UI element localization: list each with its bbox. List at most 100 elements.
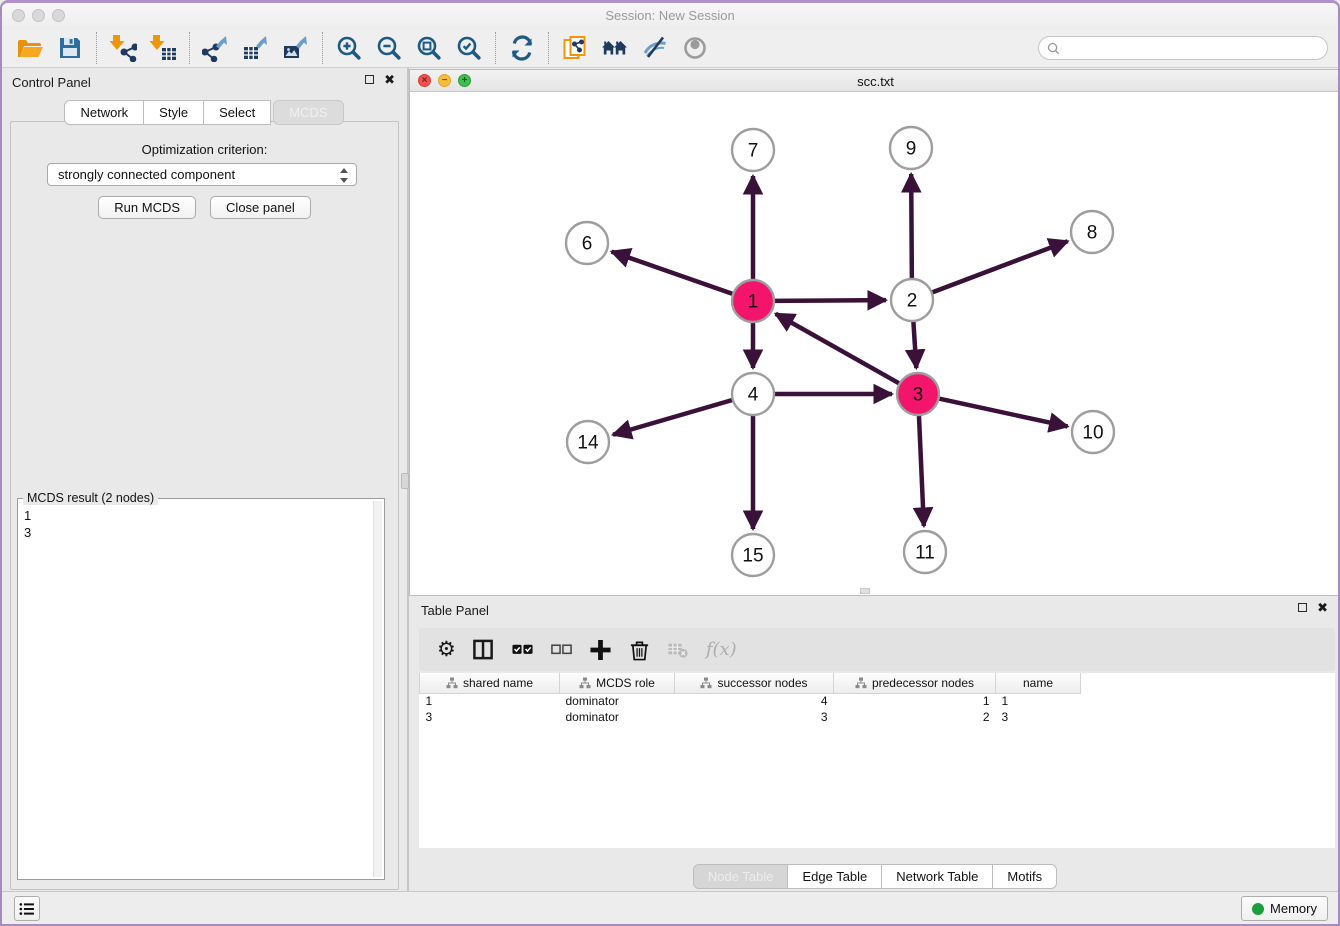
table-float-panel-icon[interactable]	[1298, 603, 1307, 612]
memory-button[interactable]: Memory	[1241, 896, 1328, 921]
column-type-icon	[855, 677, 867, 689]
select-all-icon[interactable]	[511, 637, 534, 663]
tab-style[interactable]: Style	[143, 100, 204, 125]
import-table-icon[interactable]	[143, 32, 183, 64]
mcds-result-title: MCDS result (2 nodes)	[23, 491, 158, 505]
show-all-icon[interactable]	[675, 32, 715, 64]
import-network-icon[interactable]	[103, 32, 143, 64]
tab-network[interactable]: Network	[64, 100, 144, 125]
table-cell[interactable]: 3	[675, 709, 834, 725]
deselect-all-icon[interactable]	[550, 637, 573, 663]
column-header-successor-nodes[interactable]: successor nodes	[675, 673, 834, 693]
graph-edge-1-2[interactable]	[775, 300, 886, 301]
table-row[interactable]: 1dominator411	[420, 693, 1081, 709]
table-panel-tabs: Node TableEdge TableNetwork TableMotifs	[409, 864, 1340, 889]
zoom-in-icon[interactable]	[329, 32, 369, 64]
graph-node-label-15: 15	[742, 546, 763, 567]
search-input[interactable]	[1064, 41, 1327, 55]
run-mcds-button[interactable]: Run MCDS	[98, 196, 196, 219]
search-field[interactable]	[1038, 36, 1328, 60]
graph-node-label-1: 1	[748, 292, 759, 313]
network-view-window: × − + scc.txt 7968124314101511	[409, 69, 1340, 596]
save-session-icon[interactable]	[50, 32, 90, 64]
table-cell[interactable]: 1	[420, 693, 560, 709]
task-history-button[interactable]	[14, 896, 40, 921]
hide-selected-icon[interactable]	[635, 32, 675, 64]
tab-network-table[interactable]: Network Table	[881, 864, 993, 889]
zoom-out-icon[interactable]	[369, 32, 409, 64]
graph-edge-2-3[interactable]	[913, 322, 916, 368]
zoom-selected-icon[interactable]	[449, 32, 489, 64]
graph-edge-1-6[interactable]	[612, 252, 733, 294]
table-panel: Table Panel ✖ ⚙ f(x) shared nameMCDS role…	[409, 596, 1340, 896]
criterion-value: strongly connected component	[58, 167, 235, 182]
table-cell[interactable]: dominator	[560, 709, 675, 725]
graph-edge-3-1[interactable]	[776, 314, 899, 383]
list-icon	[17, 899, 37, 919]
graph-node-label-3: 3	[913, 385, 924, 406]
graph-node-label-7: 7	[748, 141, 759, 162]
table-row[interactable]: 3dominator323	[420, 709, 1081, 725]
open-file-icon[interactable]	[10, 32, 50, 64]
toolbar-separator	[548, 32, 549, 64]
export-network-icon[interactable]	[196, 32, 236, 64]
graph-node-label-2: 2	[907, 291, 918, 312]
export-table-icon[interactable]	[236, 32, 276, 64]
network-canvas[interactable]: 7968124314101511	[410, 92, 1340, 595]
close-panel-button[interactable]: Close panel	[210, 196, 311, 219]
table-cell[interactable]: 2	[834, 709, 996, 725]
status-bar: Memory	[2, 891, 1338, 924]
column-header-mcds-role[interactable]: MCDS role	[560, 673, 675, 693]
graph-node-label-4: 4	[748, 385, 759, 406]
toolbar-separator	[189, 32, 190, 64]
table-cell[interactable]: 3	[420, 709, 560, 725]
table-cell[interactable]: 1	[996, 693, 1081, 709]
refresh-icon[interactable]	[502, 32, 542, 64]
column-header-predecessor-nodes[interactable]: predecessor nodes	[834, 673, 996, 693]
zoom-fit-icon[interactable]	[409, 32, 449, 64]
control-panel-tabs: NetworkStyleSelectMCDS	[2, 100, 407, 125]
tab-edge-table[interactable]: Edge Table	[787, 864, 882, 889]
column-header-shared-name[interactable]: shared name	[420, 673, 560, 693]
float-panel-icon[interactable]	[365, 75, 374, 84]
result-line: 3	[24, 524, 372, 541]
network-window-title: scc.txt	[410, 74, 1340, 89]
result-scrollbar[interactable]	[373, 501, 382, 877]
first-neighbors-icon[interactable]	[595, 32, 635, 64]
mcds-result-text[interactable]: 13	[24, 507, 372, 877]
export-image-icon[interactable]	[276, 32, 316, 64]
control-panel-title: Control Panel	[12, 75, 91, 90]
tab-select[interactable]: Select	[203, 100, 271, 125]
window-title: Session: New Session	[2, 8, 1338, 23]
tab-motifs[interactable]: Motifs	[992, 864, 1057, 889]
tab-mcds[interactable]: MCDS	[273, 100, 343, 125]
close-panel-icon[interactable]: ✖	[384, 75, 395, 84]
graph-edge-3-10[interactable]	[939, 399, 1067, 427]
toolbar-separator	[322, 32, 323, 64]
control-panel: Control Panel ✖ NetworkStyleSelectMCDS O…	[2, 68, 407, 896]
panel-splitter-handle[interactable]	[401, 473, 409, 489]
table-cell[interactable]: 1	[834, 693, 996, 709]
graph-edge-2-8[interactable]	[933, 241, 1068, 292]
table-panel-titlebar: Table Panel ✖	[409, 596, 1340, 624]
table-close-panel-icon[interactable]: ✖	[1317, 603, 1328, 612]
graph-edge-2-9[interactable]	[911, 174, 912, 278]
criterion-dropdown[interactable]: strongly connected component	[47, 163, 357, 186]
graph-node-label-9: 9	[906, 139, 917, 160]
table-settings-icon[interactable]: ⚙	[437, 637, 456, 663]
table-cell[interactable]: dominator	[560, 693, 675, 709]
clone-network-icon[interactable]	[555, 32, 595, 64]
function-builder-icon[interactable]: f(x)	[706, 637, 737, 663]
delete-table-icon[interactable]	[667, 637, 690, 663]
graph-edge-3-11[interactable]	[919, 416, 924, 526]
tab-node-table[interactable]: Node Table	[693, 864, 789, 889]
delete-column-icon[interactable]	[628, 637, 651, 663]
table-cell[interactable]: 3	[996, 709, 1081, 725]
table-cell[interactable]: 4	[675, 693, 834, 709]
table-panel-title: Table Panel	[421, 603, 489, 618]
column-header-name[interactable]: name	[996, 673, 1081, 693]
create-column-icon[interactable]	[589, 637, 612, 663]
canvas-resize-handle[interactable]	[860, 588, 870, 594]
toggle-panel-layout-icon[interactable]	[472, 637, 495, 663]
graph-edge-4-14[interactable]	[613, 400, 732, 435]
